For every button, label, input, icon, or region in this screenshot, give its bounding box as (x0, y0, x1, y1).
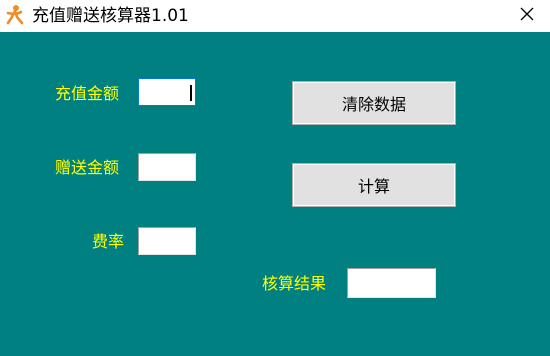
calculation-result-field[interactable] (347, 268, 436, 298)
fee-rate-label: 费率 (92, 232, 125, 251)
text-caret (190, 85, 192, 101)
close-button[interactable] (504, 0, 550, 32)
close-icon (519, 6, 535, 26)
gift-amount-input[interactable] (138, 153, 196, 181)
title-bar: 充值赠送核算器1.01 (0, 0, 550, 32)
app-window: 充值赠送核算器1.01 充值金额 赠送金额 费率 清除数据 计算 核算结果 (0, 0, 550, 356)
app-logo-icon (4, 4, 26, 26)
clear-data-button-label: 清除数据 (341, 95, 406, 114)
recharge-amount-input[interactable] (138, 78, 196, 106)
clear-data-button[interactable]: 清除数据 (292, 81, 456, 125)
calculation-result-label: 核算结果 (262, 274, 327, 293)
gift-amount-label: 赠送金额 (55, 158, 120, 177)
form-area: 充值金额 赠送金额 费率 清除数据 计算 核算结果 (0, 32, 550, 356)
fee-rate-input[interactable] (138, 227, 196, 255)
calculate-button[interactable]: 计算 (292, 163, 456, 207)
calculate-button-label: 计算 (357, 177, 390, 196)
recharge-amount-label: 充值金额 (55, 84, 120, 103)
window-title: 充值赠送核算器1.01 (32, 6, 189, 26)
